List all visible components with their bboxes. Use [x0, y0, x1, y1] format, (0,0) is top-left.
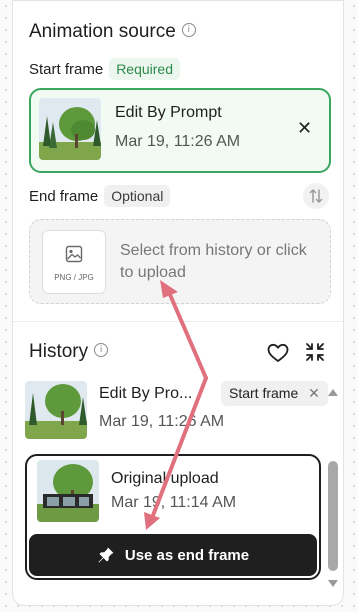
start-frame-card[interactable]: Edit By Prompt Mar 19, 11:26 AM ✕: [29, 88, 331, 173]
swap-frames-button[interactable]: [303, 183, 329, 209]
history-item-title: Edit By Pro...: [99, 385, 193, 402]
section-divider: [13, 321, 343, 322]
scroll-down-icon[interactable]: [328, 580, 338, 587]
history-thumbnail-original: [37, 460, 99, 522]
history-title: History: [29, 341, 89, 362]
swap-arrows-icon: [309, 189, 323, 203]
scrollbar-thumb[interactable]: [328, 461, 338, 571]
history-item-selected[interactable]: Original upload Mar 19, 11:14 AM Use as …: [25, 454, 321, 580]
start-frame-label: Start frame: [29, 61, 104, 78]
end-frame-upload-zone[interactable]: PNG / JPG Select from history or click t…: [29, 219, 331, 304]
start-frame-date: Mar 19, 11:26 AM: [115, 133, 241, 150]
use-as-end-frame-button[interactable]: Use as end frame: [29, 534, 317, 576]
history-item-date: Mar 19, 11:14 AM: [111, 494, 237, 511]
upload-format-hint: PNG / JPG: [54, 273, 94, 282]
end-frame-label: End frame: [29, 188, 99, 205]
history-heading: History i: [29, 341, 109, 363]
upload-placeholder-tile: PNG / JPG: [42, 230, 106, 294]
required-badge: Required: [109, 58, 181, 80]
optional-badge: Optional: [104, 185, 171, 207]
collapse-icon[interactable]: [305, 342, 325, 362]
remove-start-frame-icon[interactable]: ✕: [297, 118, 312, 139]
history-list: Edit By Pro... Mar 19, 11:26 AM Start fr…: [13, 381, 343, 605]
scroll-up-icon[interactable]: [328, 389, 338, 396]
start-frame-row: Start frame Required: [29, 58, 181, 80]
heart-icon[interactable]: [267, 343, 289, 363]
end-frame-row: End frame Optional: [29, 185, 171, 207]
animation-source-heading: Animation source i: [29, 21, 196, 43]
start-frame-badge: Start frame ✕: [221, 381, 328, 406]
history-scrollbar[interactable]: [326, 389, 340, 587]
start-frame-title: Edit By Prompt: [115, 104, 222, 121]
pin-icon: [98, 547, 114, 563]
start-frame-thumbnail: [39, 98, 101, 160]
history-info-icon[interactable]: i: [94, 342, 109, 357]
start-frame-badge-label: Start frame: [229, 385, 299, 401]
history-thumbnail: [25, 381, 87, 439]
upload-instruction: Select from history or click to upload: [120, 242, 307, 281]
image-icon: [65, 245, 83, 263]
use-as-end-frame-label: Use as end frame: [124, 546, 250, 564]
animation-source-title: Animation source: [29, 21, 176, 42]
remove-badge-icon[interactable]: ✕: [308, 385, 320, 401]
animation-panel: Animation source i Start frame Required Ed…: [12, 0, 344, 606]
history-item-date: Mar 19, 11:26 AM: [99, 413, 225, 430]
history-item[interactable]: Edit By Pro... Mar 19, 11:26 AM Start fr…: [25, 381, 328, 441]
history-item-title: Original upload: [111, 470, 219, 487]
info-icon[interactable]: i: [181, 22, 196, 37]
